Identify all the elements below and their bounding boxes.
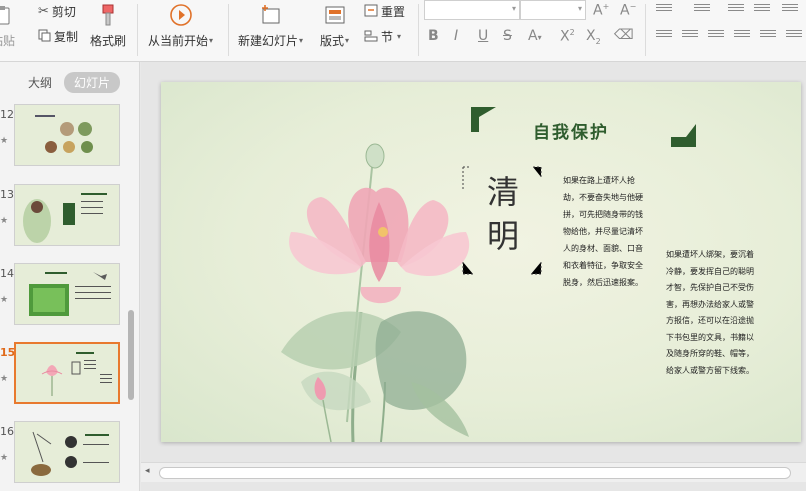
new-slide-label: 新建幻灯片: [238, 34, 299, 48]
chevron-down-icon: ▾: [397, 32, 402, 41]
slide-thumbnail-row[interactable]: 13 ★: [0, 182, 128, 252]
chevron-down-icon: ▾: [511, 4, 516, 13]
line-spacing-icon[interactable]: [786, 30, 802, 42]
justify-icon[interactable]: [734, 30, 750, 42]
slide-title: 自我保护: [533, 123, 609, 143]
heading-bottom: 明: [486, 217, 519, 255]
layout-icon: [322, 2, 348, 28]
slide-thumbnail-row[interactable]: 15 ★: [0, 340, 128, 410]
thumbnail-scrollbar[interactable]: [128, 310, 134, 400]
underline-icon[interactable]: U: [478, 28, 488, 44]
slide-thumbnail-panel: 大纲 幻灯片 12 ★ 13 ★ 14 ★ 15 ★ 16 ★: [0, 62, 140, 491]
bullet-list-icon[interactable]: [656, 4, 672, 16]
scroll-left-icon[interactable]: ◂: [145, 466, 150, 476]
distributed-icon[interactable]: [760, 30, 776, 42]
paste-button[interactable]: 粘贴: [0, 2, 16, 49]
slide-paragraph-2: 如果遭坏人绑架，要沉着冷静，要发挥自己的聪明才智，先保护自己不受伤害，再想办法给…: [666, 250, 754, 375]
slide-thumbnail[interactable]: [14, 421, 120, 483]
heading-top: 清: [486, 173, 519, 211]
layout-button[interactable]: 版式 ▾: [320, 2, 349, 49]
horizontal-scrollbar[interactable]: ◂: [141, 462, 806, 482]
slide-thumbnail[interactable]: [14, 104, 120, 166]
cut-label: 剪切: [51, 5, 76, 19]
new-slide-button[interactable]: 新建幻灯片 ▾: [238, 2, 303, 49]
slide-editor: 自我保护 清 明 如果在路上遭坏人抢劫，不要奋失地与他硬拼，可先把随身带的钱物给…: [141, 62, 806, 491]
play-icon: [168, 2, 194, 28]
copy-button[interactable]: 复制: [38, 28, 78, 45]
reset-icon: [364, 4, 378, 20]
section-button[interactable]: 节 ▾: [364, 28, 401, 45]
increase-indent-icon[interactable]: [754, 4, 770, 16]
align-center-icon[interactable]: [682, 30, 698, 42]
numbered-list-icon[interactable]: [694, 4, 710, 16]
paste-icon: [0, 2, 16, 28]
ribbon-separator: [418, 4, 419, 56]
slide-number: 13: [0, 188, 14, 201]
new-slide-icon: [258, 2, 284, 28]
slide-number: 16: [0, 425, 14, 438]
italic-icon[interactable]: I: [454, 28, 458, 44]
align-right-icon[interactable]: [708, 30, 724, 42]
ribbon-separator: [645, 4, 646, 56]
decrease-indent-icon[interactable]: [728, 4, 744, 16]
subscript-icon[interactable]: X2: [586, 28, 601, 46]
font-color-icon[interactable]: A▾: [528, 28, 542, 44]
align-left-icon[interactable]: [656, 30, 672, 42]
slide-number: 14: [0, 267, 14, 280]
chevron-down-icon: ▾: [345, 36, 350, 45]
scrollbar-thumb[interactable]: [159, 467, 791, 479]
slide-paragraph-1: 如果在路上遭坏人抢劫，不要奋失地与他硬拼，可先把随身带的钱物给他，并尽量记清坏人…: [563, 176, 643, 287]
paste-label: 粘贴: [0, 34, 15, 48]
reset-label: 重置: [381, 5, 406, 19]
ribbon-separator: [228, 4, 229, 56]
section-icon: [364, 29, 378, 45]
reset-button[interactable]: 重置: [364, 3, 405, 20]
slide-thumbnail-row[interactable]: 16 ★: [0, 419, 128, 489]
format-painter-label: 格式刷: [90, 34, 127, 48]
star-icon: ★: [0, 216, 9, 226]
grow-font-icon[interactable]: A+: [593, 2, 609, 19]
slide-thumbnail-row[interactable]: 14 ★: [0, 261, 128, 331]
text-direction-icon[interactable]: [782, 4, 798, 16]
slide-thumbnail[interactable]: [14, 342, 120, 404]
tab-outline[interactable]: 大纲: [18, 72, 62, 93]
format-painter-icon: [95, 2, 121, 28]
slide-thumbnail[interactable]: [14, 184, 120, 246]
chevron-down-icon: ▾: [577, 4, 582, 13]
cut-button[interactable]: ✂ 剪切: [38, 3, 76, 20]
bold-icon[interactable]: B: [428, 28, 439, 44]
chevron-down-icon: ▾: [209, 36, 214, 45]
superscript-icon[interactable]: X2: [560, 28, 575, 45]
star-icon: ★: [0, 453, 9, 463]
shrink-font-icon[interactable]: A−: [620, 2, 636, 19]
star-icon: ★: [0, 136, 9, 146]
slide-thumbnail[interactable]: [14, 263, 120, 325]
ribbon-separator: [137, 4, 138, 56]
section-label: 节: [381, 30, 394, 44]
eraser-icon[interactable]: ⌫: [614, 27, 634, 43]
copy-label: 复制: [54, 30, 79, 44]
copy-icon: [38, 29, 51, 45]
strikethrough-icon[interactable]: S: [503, 28, 512, 44]
start-from-current-label: 从当前开始: [148, 34, 209, 48]
font-size-combo[interactable]: ▾: [520, 0, 586, 20]
ribbon-toolbar: 粘贴 ✂ 剪切 复制 格式刷 从当前开始 ▾ 新建幻灯片 ▾: [0, 0, 806, 62]
slide-canvas[interactable]: 自我保护 清 明 如果在路上遭坏人抢劫，不要奋失地与他硬拼，可先把随身带的钱物给…: [161, 82, 801, 442]
tab-slides[interactable]: 幻灯片: [64, 72, 121, 93]
slide-heading: 清 明: [483, 170, 523, 258]
slide-thumbnail-row[interactable]: 12 ★: [0, 102, 128, 172]
layout-label: 版式: [320, 34, 345, 48]
star-icon: ★: [0, 295, 9, 305]
font-name-combo[interactable]: ▾: [424, 0, 520, 20]
scissors-icon: ✂: [38, 4, 49, 19]
start-from-current-button[interactable]: 从当前开始 ▾: [148, 2, 213, 49]
chevron-down-icon: ▾: [299, 36, 304, 45]
star-icon: ★: [0, 374, 9, 384]
format-painter-button[interactable]: 格式刷: [90, 2, 126, 49]
slide-number: 12: [0, 108, 14, 121]
